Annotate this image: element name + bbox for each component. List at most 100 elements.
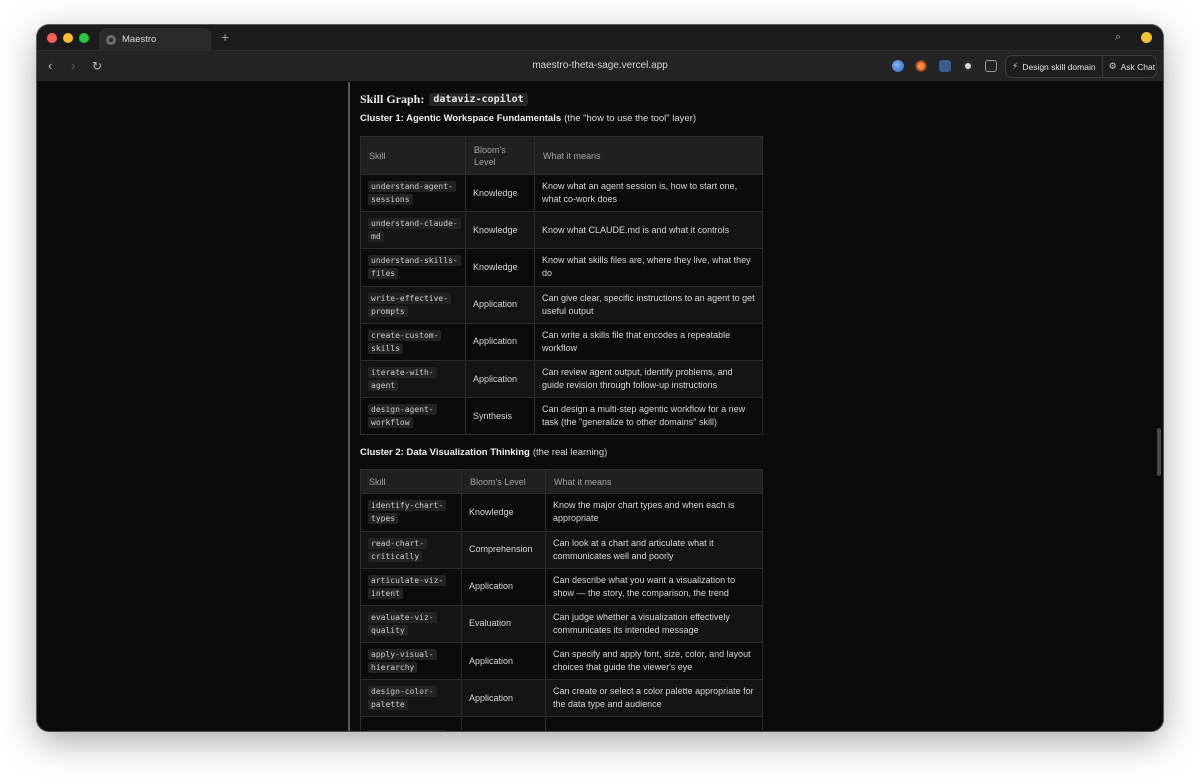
- column-header-skill: Skill: [360, 136, 466, 175]
- skill-cell: articulate-viz-intent: [360, 567, 462, 606]
- skill-graph-heading: Skill Graph: dataviz-copilot: [360, 90, 764, 108]
- tab-maestro[interactable]: Maestro: [99, 28, 211, 51]
- table-row: identify-chart-types Knowledge Know the ma…: [360, 493, 763, 532]
- column-header-level: Bloom's Level: [465, 136, 535, 175]
- table-header-row: Skill Bloom's Level What it means: [360, 136, 763, 175]
- ask-chat-button[interactable]: ⚙ Ask Chat: [1101, 56, 1162, 77]
- skill-id: create-custom-skills: [368, 329, 442, 354]
- table-row: design-agent-workflow Synthesis Can design…: [360, 397, 763, 436]
- blooms-level-cell: Comprehension: [461, 530, 546, 569]
- table-row: design-color-palette Application Can creat…: [360, 679, 763, 718]
- close-window-button[interactable]: [47, 33, 57, 43]
- skill-cell: design-agent-workflow: [360, 397, 466, 436]
- meaning-cell: Can apply labeling, accessibility, and: [545, 716, 763, 731]
- column-header-skill: Skill: [360, 469, 462, 495]
- tab-title: Maestro: [122, 34, 157, 45]
- profile-avatar[interactable]: [1141, 32, 1152, 43]
- meaning-cell: Can write a skills file that encodes a r…: [534, 322, 763, 361]
- skill-id: understand-skills-files: [368, 255, 461, 280]
- blooms-level-cell: Application: [461, 567, 546, 606]
- blooms-level-cell: Application: [461, 679, 546, 718]
- skill-cell: design-color-palette: [360, 679, 462, 718]
- zoom-window-button[interactable]: [79, 33, 89, 43]
- skill-cell: apply-visual-hierarchy: [360, 642, 462, 681]
- table-row: iterate-with-agent Application Can review …: [360, 359, 763, 399]
- table-row: create-custom-skills Application Can write…: [360, 322, 763, 361]
- extension-claude-icon[interactable]: [915, 60, 927, 72]
- meaning-cell: Know what skills files are, where they l…: [534, 248, 763, 287]
- search-tabs-icon[interactable]: ⌕: [1115, 31, 1121, 44]
- skill-id: apply-visual-hierarchy: [368, 649, 437, 674]
- blooms-level-cell: Evaluation: [461, 604, 546, 644]
- extension-record-icon[interactable]: [962, 60, 974, 72]
- table-row: apply-visual-hierarchy Application Can spe…: [360, 642, 763, 681]
- meaning-cell: Can review agent output, identify proble…: [534, 359, 763, 399]
- minimize-window-button[interactable]: [63, 33, 73, 43]
- blooms-level-cell: Application: [465, 322, 535, 361]
- skill-id: design-agent-workflow: [368, 404, 437, 429]
- blooms-level-cell: [461, 716, 546, 731]
- skill-id: evaluate-viz-quality: [368, 611, 437, 636]
- skill-cell: iterate-with-agent: [360, 359, 466, 399]
- column-header-meaning: What it means: [534, 136, 763, 175]
- table-row: apply-viz-best- Can apply labeling, acces…: [360, 716, 763, 731]
- lightning-icon: ⚡︎: [1012, 61, 1019, 71]
- meaning-cell: Know the major chart types and when each…: [545, 493, 763, 532]
- extension-puzzle-icon[interactable]: [985, 60, 997, 72]
- cluster-2-title: Cluster 2: Data Visualization Thinking: [360, 446, 530, 458]
- skill-cell: identify-chart-types: [360, 493, 462, 532]
- skill-cell: understand-skills-files: [360, 248, 466, 287]
- browser-toolbar: ‹ › ↻ maestro-theta-sage.vercel.app ⚡︎ D…: [37, 51, 1163, 82]
- skill-id: articulate-viz-intent: [368, 574, 447, 599]
- blooms-level-cell: Application: [465, 359, 535, 399]
- maestro-favicon-icon: [106, 34, 116, 45]
- skill-id: read-chart-critically: [368, 537, 427, 562]
- meaning-cell: Can design a multi-step agentic workflow…: [534, 397, 763, 436]
- skill-graph-name: dataviz-copilot: [429, 92, 528, 106]
- skill-id: understand-agent-sessions: [368, 181, 456, 206]
- cluster-2-table: Skill Bloom's Level What it means identi…: [360, 469, 763, 731]
- skill-id: understand-claude-md: [368, 218, 461, 243]
- cluster-1-title: Cluster 1: Agentic Workspace Fundamental…: [360, 112, 562, 124]
- blooms-level-cell: Application: [461, 642, 546, 681]
- extension-bird-icon[interactable]: [939, 60, 951, 72]
- skill-cell: create-custom-skills: [360, 322, 466, 361]
- skill-id: apply-viz-best-: [368, 730, 447, 731]
- blooms-level-cell: Knowledge: [461, 493, 546, 532]
- scrollbar-thumb[interactable]: [1157, 428, 1161, 476]
- cluster-2-subtitle: (the real learning): [532, 446, 608, 458]
- table-row: understand-skills-files Knowledge Know wha…: [360, 248, 763, 287]
- cluster-1-table: Skill Bloom's Level What it means unders…: [360, 136, 763, 436]
- column-header-level: Bloom's Level: [461, 469, 546, 495]
- table-row: write-effective-prompts Application Can gi…: [360, 285, 763, 324]
- skill-cell: read-chart-critically: [360, 530, 462, 569]
- browser-window: Maestro + ⌕ ‹ › ↻ maestro-theta-sage.ver…: [37, 25, 1163, 731]
- page-content[interactable]: Skill Graph: dataviz-copilot Cluster 1: …: [37, 82, 1163, 731]
- maestro-actions: ⚡︎ Design skill domain ⚙ Ask Chat: [1005, 55, 1157, 78]
- content-divider: [348, 82, 350, 731]
- meaning-cell: Can give clear, specific instructions to…: [534, 285, 763, 324]
- cluster-2-heading: Cluster 2: Data Visualization Thinking (…: [360, 443, 764, 461]
- cluster-1-subtitle: (the "how to use the tool" layer): [564, 112, 697, 124]
- meaning-cell: Can create or select a color palette app…: [545, 679, 763, 718]
- new-tab-button[interactable]: +: [221, 29, 229, 45]
- skill-cell: apply-viz-best-: [360, 716, 462, 731]
- meaning-cell: Can judge whether a visualization effect…: [545, 604, 763, 644]
- skill-id: iterate-with-agent: [368, 367, 437, 392]
- skill-id: write-effective-prompts: [368, 292, 452, 317]
- table-row: articulate-viz-intent Application Can desc…: [360, 567, 763, 606]
- meaning-cell: Know what CLAUDE.md is and what it contr…: [534, 211, 763, 250]
- blooms-level-cell: Knowledge: [465, 248, 535, 287]
- extension-globe-icon[interactable]: [892, 60, 904, 72]
- meaning-cell: Know what an agent session is, how to st…: [534, 173, 763, 213]
- design-skill-domain-label: Design skill domain: [1022, 61, 1096, 72]
- chat-gear-icon: ⚙: [1108, 61, 1117, 71]
- table-row: evaluate-viz-quality Evaluation Can judge …: [360, 604, 763, 644]
- skill-cell: understand-agent-sessions: [360, 173, 466, 213]
- column-header-meaning: What it means: [545, 469, 763, 495]
- meaning-cell: Can specify and apply font, size, color,…: [545, 642, 763, 681]
- cluster-1-heading: Cluster 1: Agentic Workspace Fundamental…: [360, 109, 764, 127]
- tab-bar: Maestro + ⌕: [37, 25, 1163, 51]
- design-skill-domain-button[interactable]: ⚡︎ Design skill domain: [1006, 56, 1102, 77]
- blooms-level-cell: Knowledge: [465, 173, 535, 213]
